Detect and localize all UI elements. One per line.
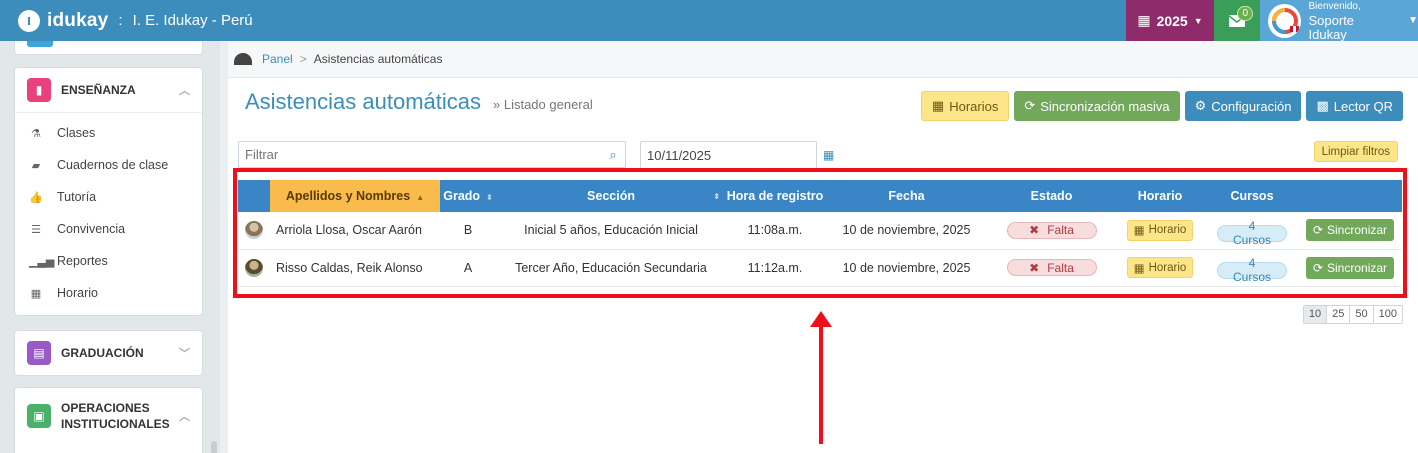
- date-input[interactable]: [641, 142, 823, 168]
- gear-icon: ⚙: [1194, 98, 1207, 113]
- messages-button[interactable]: 0: [1214, 0, 1260, 41]
- calendar-icon: ▦: [931, 98, 945, 113]
- user-menu[interactable]: Bienvenido, Soporte Idukay ▼: [1260, 0, 1418, 41]
- sidebar-section-header[interactable]: ▤ GRADUACIÓN ﹀: [15, 331, 202, 375]
- qr-reader-button-label: Lector QR: [1333, 98, 1393, 114]
- messages-count-badge: 0: [1237, 6, 1253, 21]
- sidebar-item-label: Convivencia: [57, 222, 126, 236]
- list-icon: ☰: [31, 223, 41, 236]
- calendar-icon: ▦: [30, 287, 42, 300]
- page-size-selector: 10 25 50 100: [1302, 305, 1403, 324]
- user-greeting: Bienvenido,: [1308, 0, 1361, 12]
- calendar-icon[interactable]: ▦: [823, 148, 834, 162]
- refresh-icon: ⟳: [1024, 98, 1036, 113]
- logo[interactable]: ı idukay: [0, 0, 108, 41]
- logo-text: idukay: [47, 9, 109, 31]
- document-icon: ▤: [27, 341, 51, 365]
- page-title: Asistencias automáticas: [245, 89, 481, 114]
- action-toolbar: ▦ Horarios ⟳ Sincronización masiva ⚙ Config…: [920, 91, 1403, 121]
- dashboard-gauge-icon: [234, 53, 252, 65]
- chevron-down-icon: ﹀: [179, 348, 190, 360]
- sidebar-section-graduacion: ▤ GRADUACIÓN ﹀: [14, 330, 203, 376]
- school-name: I. E. Idukay - Perú: [132, 12, 253, 29]
- main-content: Panel > Asistencias automáticas Asistenc…: [228, 41, 1418, 453]
- page-subtitle: » Listado general: [493, 97, 593, 112]
- sidebar-item-label: Clases: [57, 126, 96, 140]
- page-size-100[interactable]: 100: [1373, 306, 1402, 323]
- page-header: Asistencias automáticas » Listado genera…: [245, 89, 593, 115]
- sidebar-item-clases[interactable]: ⚗ Clases: [15, 117, 202, 149]
- date-box: ▦: [640, 141, 834, 169]
- caret-down-icon: ▼: [1408, 15, 1418, 26]
- sidebar-item-convivencia[interactable]: ☰ Convivencia: [15, 213, 202, 245]
- sidebar-section-operaciones: ▣ OPERACIONES INSTITUCIONALES ︿: [14, 387, 203, 453]
- sidebar-item-label: Horario: [57, 286, 98, 300]
- user-name: Soporte Idukay: [1308, 12, 1355, 42]
- red-arrow-shaft-annotation: [819, 321, 823, 444]
- section-color-bar: [27, 41, 53, 47]
- sidebar-section-ensenanza: ▮ ENSEÑANZA ︿ ⚗ Clases ▰ Cuadernos de clas…: [14, 67, 203, 316]
- book-icon: ▰: [31, 159, 41, 172]
- chevron-up-icon: ︿: [179, 85, 190, 97]
- bar-chart-icon: ▁▃▅: [29, 255, 55, 268]
- sidebar-item-reportes[interactable]: ▁▃▅ Reportes: [15, 245, 202, 277]
- breadcrumb-separator: >: [299, 52, 307, 66]
- clear-filters-button[interactable]: Limpiar filtros: [1313, 141, 1398, 162]
- config-button[interactable]: ⚙ Configuración: [1184, 91, 1302, 121]
- sidebar-section-collapsed[interactable]: [14, 41, 203, 55]
- sidebar-item-tutoria[interactable]: 👍 Tutoría: [15, 181, 202, 213]
- filter-box: ⌕: [238, 141, 626, 168]
- sidebar-item-label: Tutoría: [57, 190, 97, 204]
- chevron-up-icon: ︿: [179, 411, 190, 423]
- filter-input[interactable]: [239, 142, 601, 167]
- sidebar-section-label-wrap: OPERACIONES INSTITUCIONALES: [61, 400, 170, 432]
- sidebar-scrollbar[interactable]: [211, 441, 217, 453]
- flask-icon: ⚗: [31, 127, 41, 140]
- horarios-button[interactable]: ▦ Horarios: [920, 91, 1010, 121]
- qr-code-icon: ▩: [1316, 98, 1329, 113]
- sync-all-button-label: Sincronización masiva: [1040, 98, 1170, 114]
- page-size-10[interactable]: 10: [1303, 306, 1328, 323]
- sync-all-button[interactable]: ⟳ Sincronización masiva: [1014, 91, 1180, 121]
- sidebar-section-label: ENSEÑANZA: [61, 83, 136, 97]
- breadcrumb-current: Asistencias automáticas: [313, 52, 443, 66]
- sidebar-item-cuadernos[interactable]: ▰ Cuadernos de clase: [15, 149, 202, 181]
- sidebar-section-header[interactable]: ▮ ENSEÑANZA ︿: [15, 68, 202, 112]
- breadcrumb: Panel > Asistencias automáticas: [228, 41, 1418, 78]
- page-size-50[interactable]: 50: [1350, 306, 1374, 323]
- sidebar: ▮ ENSEÑANZA ︿ ⚗ Clases ▰ Cuadernos de clas…: [0, 41, 220, 453]
- config-button-label: Configuración: [1211, 98, 1292, 114]
- qr-reader-button[interactable]: ▩ Lector QR: [1306, 91, 1403, 121]
- search-icon[interactable]: ⌕: [601, 147, 625, 163]
- sidebar-item-label: Reportes: [57, 254, 108, 268]
- horarios-button-label: Horarios: [949, 98, 999, 114]
- page-size-25[interactable]: 25: [1327, 306, 1351, 323]
- school-separator: :: [118, 12, 123, 29]
- year-selector[interactable]: ▦ 2025 ▼: [1126, 0, 1214, 41]
- sidebar-section-label-line1: OPERACIONES: [61, 401, 150, 415]
- top-bar: ı idukay : I. E. Idukay - Perú ▦ 2025 ▼ …: [0, 0, 1418, 41]
- sidebar-section-label: GRADUACIÓN: [61, 346, 144, 360]
- sidebar-item-horario[interactable]: ▦ Horario: [15, 277, 202, 309]
- breadcrumb-panel-link[interactable]: Panel: [262, 52, 293, 66]
- notebook-icon: ▮: [27, 78, 51, 102]
- year-label: 2025: [1156, 12, 1188, 29]
- user-avatar: [1268, 3, 1301, 38]
- idukay-logo-icon: ı: [18, 9, 40, 32]
- building-icon: ▣: [27, 404, 51, 428]
- sidebar-section-header[interactable]: ▣ OPERACIONES INSTITUCIONALES ︿: [15, 388, 202, 444]
- highlight-box-annotation: [233, 168, 1407, 298]
- sidebar-section-label-line2: INSTITUCIONALES: [61, 417, 170, 431]
- caret-down-icon: ▼: [1193, 15, 1203, 26]
- sidebar-item-label: Cuadernos de clase: [57, 158, 169, 172]
- calendar-check-icon: ▦: [1137, 12, 1151, 28]
- thumbs-up-icon: 👍: [29, 191, 43, 204]
